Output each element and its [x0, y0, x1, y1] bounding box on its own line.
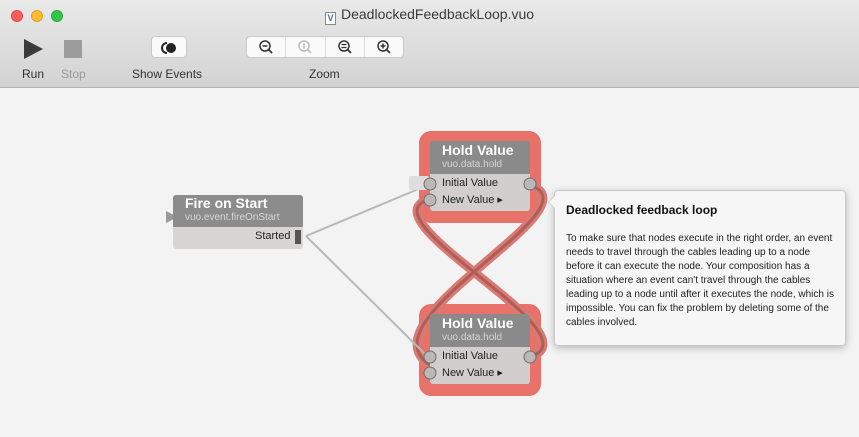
tooltip-body: To make sure that nodes execute in the r… — [566, 233, 834, 328]
play-icon — [24, 39, 43, 59]
zoom-to-fit-button[interactable] — [326, 37, 365, 57]
window-title: DeadlockedFeedbackLoop.vuo — [340, 6, 535, 22]
initial-value-top-port[interactable] — [423, 177, 437, 191]
window-title-area: V DeadlockedFeedbackLoop.vuo — [0, 6, 859, 25]
initial-value-top-label: Initial Value — [442, 177, 499, 189]
new-value-bottom-label: New Value ▸ — [442, 367, 503, 379]
zoom-in-icon — [377, 40, 391, 54]
tooltip-title: Deadlocked feedback loop — [566, 203, 718, 217]
hold-value-bottom-class: vuo.data.hold — [442, 332, 503, 343]
held-value-top-port[interactable] — [523, 177, 537, 191]
hold-value-bottom-title: Hold Value — [442, 315, 514, 331]
tooltip-arrow — [548, 195, 555, 209]
new-value-top-port[interactable] — [423, 193, 437, 207]
started-output-port[interactable] — [295, 230, 301, 244]
hold-value-top-title: Hold Value — [442, 142, 514, 158]
title-bar: V DeadlockedFeedbackLoop.vuo Run Stop Sho… — [0, 0, 859, 88]
initial-value-bottom-port[interactable] — [423, 350, 437, 364]
initial-value-bottom-label: Initial Value — [442, 350, 499, 362]
start-cable-top[interactable] — [305, 184, 429, 237]
new-value-top-label: New Value ▸ — [442, 194, 503, 206]
run-label: Run — [22, 67, 45, 81]
vuo-document-icon: V — [324, 12, 336, 25]
show-events-button[interactable] — [151, 36, 187, 58]
zoom-to-fit-icon — [337, 40, 352, 54]
zoom-in-button[interactable] — [365, 37, 403, 57]
zoom-out-button[interactable] — [247, 37, 287, 57]
deadlock-tooltip: Deadlocked feedback loop To make sure th… — [548, 190, 846, 346]
show-events-icon — [161, 42, 176, 54]
start-cable-bottom[interactable] — [305, 235, 429, 358]
zoom-actual-size-button[interactable] — [286, 37, 326, 57]
new-value-bottom-port[interactable] — [423, 366, 437, 380]
started-port-label: Started — [255, 230, 291, 242]
editor-window: V DeadlockedFeedbackLoop.vuo Run Stop Sho… — [0, 0, 859, 437]
zoom-actual-icon — [298, 40, 313, 54]
stop-label: Stop — [61, 67, 86, 81]
zoom-control — [246, 36, 404, 58]
fire-on-start-title: Fire on Start — [185, 195, 268, 211]
zoom-out-icon — [259, 40, 273, 54]
run-button[interactable] — [22, 38, 44, 60]
held-value-bottom-port[interactable] — [523, 350, 537, 364]
fire-on-start-class: vuo.event.fireOnStart — [185, 212, 280, 223]
composition-canvas[interactable]: Fire on Start vuo.event.fireOnStart Star… — [0, 89, 859, 437]
show-events-label: Show Events — [132, 67, 203, 81]
stop-button[interactable] — [64, 40, 82, 58]
zoom-label: Zoom — [309, 67, 340, 81]
hold-value-top-class: vuo.data.hold — [442, 159, 503, 170]
